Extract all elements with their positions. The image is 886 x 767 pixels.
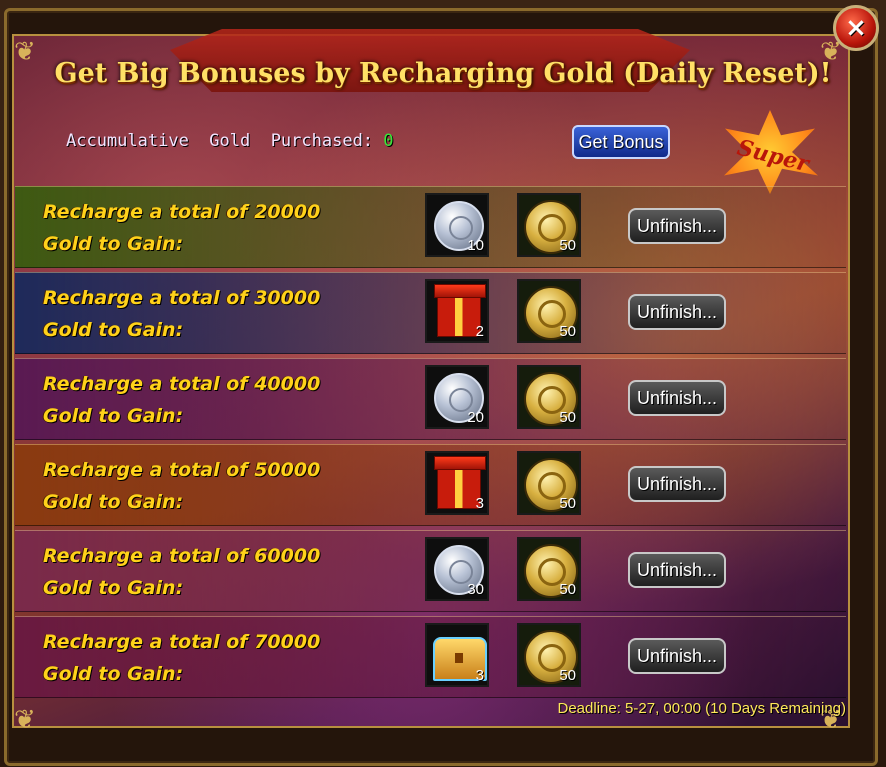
- item-quantity: 50: [559, 495, 576, 512]
- accumulative-gold: Accumulative Gold Purchased: 0: [66, 131, 394, 151]
- reward-item-slot[interactable]: 3: [425, 623, 489, 687]
- item-quantity: 10: [467, 237, 484, 254]
- reward-row: Recharge a total of 40000 Gold to Gain: 20…: [15, 358, 846, 440]
- reward-row: Recharge a total of 20000 Gold to Gain: 10…: [15, 186, 846, 268]
- reward-item-slot[interactable]: 3: [425, 451, 489, 515]
- accumulative-value: 0: [383, 131, 394, 151]
- gift-box-icon: [434, 284, 486, 337]
- reward-gain-label: Gold to Gain:: [43, 663, 184, 685]
- reward-list: Recharge a total of 20000 Gold to Gain: 10…: [15, 186, 846, 702]
- dialog-frame: ❦ ❦ ❦ ❦ Get Big Bonuses by Recharging Go…: [0, 0, 886, 767]
- reward-row: Recharge a total of 60000 Gold to Gain: 30…: [15, 530, 846, 612]
- reward-gain-label: Gold to Gain:: [43, 491, 184, 513]
- dialog-title: Get Big Bonuses by Recharging Gold (Dail…: [54, 58, 832, 89]
- reward-description: Recharge a total of 40000 Gold to Gain:: [43, 368, 383, 432]
- item-quantity: 20: [467, 409, 484, 426]
- gift-box-icon: [434, 456, 486, 509]
- item-quantity: 3: [475, 495, 484, 512]
- get-bonus-button[interactable]: Get Bonus: [572, 125, 670, 159]
- unfinish-button[interactable]: Unfinish...: [628, 294, 726, 330]
- reward-description: Recharge a total of 60000 Gold to Gain:: [43, 540, 383, 604]
- item-quantity: 50: [559, 667, 576, 684]
- reward-row: Recharge a total of 70000 Gold to Gain: 3 5…: [15, 616, 846, 698]
- reward-requirement: Recharge a total of 60000: [43, 545, 321, 567]
- item-quantity: 2: [475, 323, 484, 340]
- reward-row: Recharge a total of 50000 Gold to Gain: 3 5…: [15, 444, 846, 526]
- reward-requirement: Recharge a total of 50000: [43, 459, 321, 481]
- reward-description: Recharge a total of 50000 Gold to Gain:: [43, 454, 383, 518]
- accumulative-label: Accumulative Gold Purchased:: [66, 131, 384, 151]
- reward-item-slot[interactable]: 50: [517, 193, 581, 257]
- reward-item-slot[interactable]: 10: [425, 193, 489, 257]
- reward-item-slot[interactable]: 50: [517, 623, 581, 687]
- close-button[interactable]: ×: [833, 5, 879, 51]
- reward-item-slot[interactable]: 50: [517, 451, 581, 515]
- reward-description: Recharge a total of 70000 Gold to Gain:: [43, 626, 383, 690]
- reward-gain-label: Gold to Gain:: [43, 319, 184, 341]
- reward-item-slot[interactable]: 50: [517, 365, 581, 429]
- unfinish-button[interactable]: Unfinish...: [628, 552, 726, 588]
- reward-requirement: Recharge a total of 70000: [43, 631, 321, 653]
- item-quantity: 30: [467, 581, 484, 598]
- reward-description: Recharge a total of 30000 Gold to Gain:: [43, 282, 383, 346]
- close-icon: ×: [845, 13, 867, 43]
- unfinish-button[interactable]: Unfinish...: [628, 638, 726, 674]
- reward-row: Recharge a total of 30000 Gold to Gain: 2 5…: [15, 272, 846, 354]
- corner-ornament-icon: ❦: [14, 705, 36, 735]
- deadline-text: Deadline: 5-27, 00:00 (10 Days Remaining…: [557, 700, 847, 717]
- reward-gain-label: Gold to Gain:: [43, 577, 184, 599]
- reward-item-slot[interactable]: 50: [517, 279, 581, 343]
- unfinish-button[interactable]: Unfinish...: [628, 208, 726, 244]
- unfinish-button[interactable]: Unfinish...: [628, 380, 726, 416]
- reward-item-slot[interactable]: 20: [425, 365, 489, 429]
- item-quantity: 50: [559, 409, 576, 426]
- item-quantity: 50: [559, 323, 576, 340]
- reward-requirement: Recharge a total of 20000: [43, 201, 321, 223]
- reward-requirement: Recharge a total of 40000: [43, 373, 321, 395]
- reward-item-slot[interactable]: 50: [517, 537, 581, 601]
- unfinish-button[interactable]: Unfinish...: [628, 466, 726, 502]
- reward-gain-label: Gold to Gain:: [43, 405, 184, 427]
- reward-item-slot[interactable]: 2: [425, 279, 489, 343]
- reward-item-slot[interactable]: 30: [425, 537, 489, 601]
- item-quantity: 50: [559, 581, 576, 598]
- reward-description: Recharge a total of 20000 Gold to Gain:: [43, 196, 383, 260]
- item-quantity: 50: [559, 237, 576, 254]
- item-quantity: 3: [475, 667, 484, 684]
- reward-gain-label: Gold to Gain:: [43, 233, 184, 255]
- reward-requirement: Recharge a total of 30000: [43, 287, 321, 309]
